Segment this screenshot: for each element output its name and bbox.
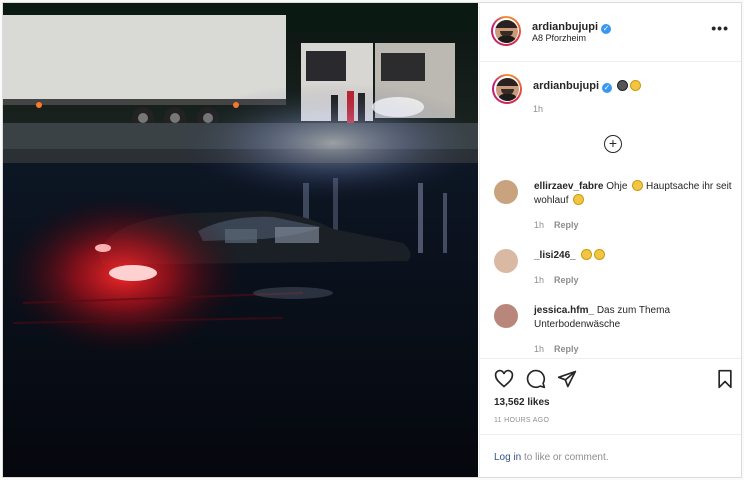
load-more-comments-icon[interactable]: + [604,135,622,153]
share-paper-plane-icon[interactable] [557,369,577,389]
post-side-panel: ardianbujupi ✓ A8 Pforzheim ••• ardianbuj… [479,3,741,477]
commenter-avatar[interactable] [494,180,518,204]
login-prompt-text: to like or comment. [524,452,609,463]
comments-section: ardianbujupi ✓ 1h + ellirzaev_fabre Ohje … [480,62,741,356]
comment-text: Ohje [606,181,628,192]
sunglasses-emoji-icon [617,80,629,91]
comment-bubble-icon[interactable] [526,369,546,389]
login-link[interactable]: Log in [494,452,521,463]
caption-time: 1h [533,104,544,114]
commenter-username[interactable]: _lisi246_ [534,250,576,261]
reply-button[interactable]: Reply [554,220,579,230]
post-header: ardianbujupi ✓ A8 Pforzheim ••• [480,3,741,62]
comment-time: 1h [534,275,545,285]
author-username[interactable]: ardianbujupi [532,21,598,33]
post-actions: 13,562 likes 11 HOURS AGO [480,358,741,435]
weary-face-emoji-icon [630,80,642,91]
reply-button[interactable]: Reply [554,275,579,285]
more-options-icon[interactable]: ••• [711,20,729,36]
commenter-username[interactable]: ellirzaev_fabre [534,181,604,192]
caption-author-username[interactable]: ardianbujupi [533,80,599,92]
verified-badge-icon: ✓ [602,83,612,93]
login-bar: Log in to like or comment. [480,434,741,477]
flooded-car-photo [3,3,478,477]
post-location[interactable]: A8 Pforzheim [532,33,586,43]
post-window: ardianbujupi ✓ A8 Pforzheim ••• ardianbuj… [2,2,742,478]
fearful-face-emoji-icon [573,194,585,205]
verified-badge-icon: ✓ [601,24,611,34]
post-photo[interactable] [3,3,478,477]
comment-time: 1h [534,344,545,354]
likes-count[interactable]: 13,562 likes [494,397,550,408]
save-bookmark-icon[interactable] [716,369,734,389]
worried-face-emoji-icon [632,180,644,191]
screaming-face-emoji-icon [593,249,605,260]
commenter-avatar[interactable] [494,304,518,328]
commenter-username[interactable]: jessica.hfm_ [534,305,594,316]
author-avatar[interactable] [491,16,521,46]
reply-button[interactable]: Reply [554,344,579,354]
commenter-avatar[interactable] [494,249,518,273]
caption-author-avatar[interactable] [492,74,522,104]
flushed-face-emoji-icon [580,249,592,260]
like-heart-icon[interactable] [494,369,514,389]
post-timestamp: 11 HOURS AGO [494,417,550,424]
comment-time: 1h [534,220,545,230]
